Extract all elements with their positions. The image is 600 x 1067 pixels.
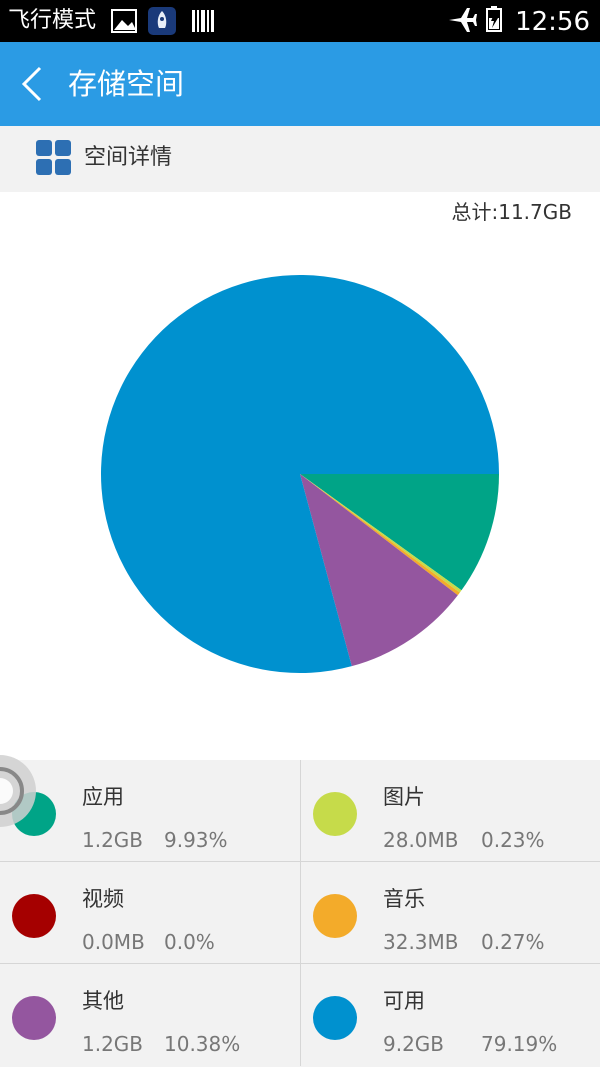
legend-item-music[interactable]: 音乐 32.3MB 0.27% <box>300 862 600 964</box>
legend-size: 0.0MB <box>82 930 145 954</box>
legend-percent: 79.19% <box>481 1032 558 1056</box>
status-bar: 飞行模式 12:56 <box>0 0 600 42</box>
legend-name: 应用 <box>82 785 124 809</box>
app-bar: 存储空间 <box>0 42 600 126</box>
legend-item-apps[interactable]: 应用 1.2GB 9.93% <box>0 760 300 862</box>
legend-name: 音乐 <box>383 887 425 911</box>
section-label: 空间详情 <box>84 145 173 170</box>
airplane-icon <box>448 8 477 32</box>
legend-size: 32.3MB <box>383 930 459 954</box>
legend-name: 视频 <box>82 887 124 911</box>
airplane-mode-label: 飞行模式 <box>8 8 97 33</box>
legend-size: 9.2GB <box>383 1032 445 1056</box>
other-color-dot <box>12 996 56 1040</box>
pictures-color-dot <box>313 792 357 836</box>
legend-grid: 应用 1.2GB 9.93% 图片 28.0MB 0.23% 视频 0.0MB … <box>0 760 600 1067</box>
legend-item-pictures[interactable]: 图片 28.0MB 0.23% <box>300 760 600 862</box>
floating-assist-button[interactable] <box>0 752 38 830</box>
legend-item-available[interactable]: 可用 9.2GB 79.19% <box>300 964 600 1066</box>
status-icons <box>448 6 502 32</box>
barcode-icon <box>192 10 214 32</box>
legend-name: 可用 <box>383 989 425 1013</box>
legend-name: 图片 <box>383 785 425 809</box>
notification-icons <box>111 7 214 35</box>
storage-pie-chart <box>101 274 500 673</box>
legend-item-other[interactable]: 其他 1.2GB 10.38% <box>0 964 300 1066</box>
videos-color-dot <box>12 894 56 938</box>
legend-percent: 10.38% <box>164 1032 241 1056</box>
status-right: 12:56 <box>447 4 590 39</box>
grid-icon <box>36 140 72 176</box>
chart-area: 总计:11.7GB <box>0 192 600 760</box>
section-header: 空间详情 <box>0 126 600 192</box>
total-label: 总计:11.7GB <box>451 200 573 224</box>
legend-percent: 0.27% <box>481 930 545 954</box>
music-color-dot <box>313 894 357 938</box>
legend-percent: 9.93% <box>164 828 228 852</box>
legend-size: 1.2GB <box>82 828 144 852</box>
image-icon <box>111 9 137 33</box>
page-title: 存储空间 <box>68 67 185 101</box>
back-arrow-icon[interactable] <box>18 64 46 104</box>
battery-icon <box>485 6 502 32</box>
legend-name: 其他 <box>82 989 124 1013</box>
rocket-app-icon <box>148 7 176 35</box>
legend-percent: 0.23% <box>481 828 545 852</box>
legend-percent: 0.0% <box>164 930 215 954</box>
clock: 12:56 <box>515 7 590 37</box>
legend-size: 28.0MB <box>383 828 459 852</box>
available-color-dot <box>313 996 357 1040</box>
legend-item-videos[interactable]: 视频 0.0MB 0.0% <box>0 862 300 964</box>
legend-size: 1.2GB <box>82 1032 144 1056</box>
